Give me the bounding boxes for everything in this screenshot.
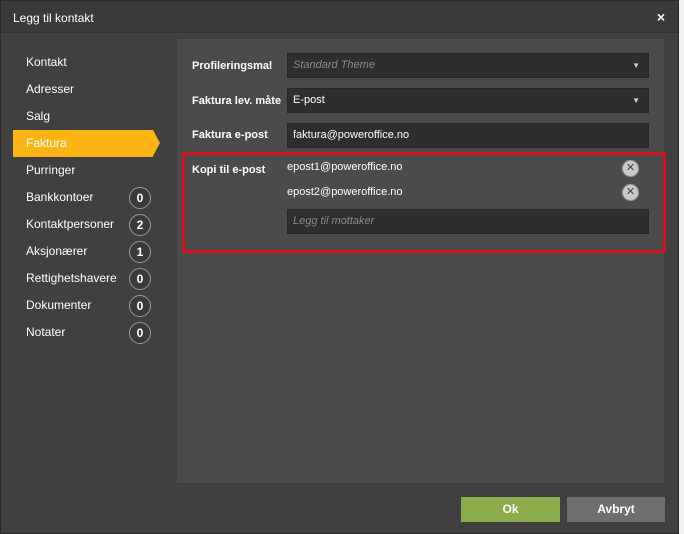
sidebar-item-adresser[interactable]: Adresser <box>13 76 163 103</box>
count-badge: 0 <box>129 322 151 344</box>
delivery-method-select[interactable]: E-post ▼ <box>287 88 649 113</box>
sidebar-item-label: Rettighetshavere <box>26 271 117 285</box>
sidebar-item-faktura[interactable]: Faktura <box>13 130 160 157</box>
close-icon[interactable]: × <box>654 10 668 24</box>
sidebar-item-rettighetshavere[interactable]: Rettighetshavere 0 <box>13 265 163 292</box>
cc-email-label: Kopi til e-post <box>192 164 266 176</box>
sidebar-item-label: Aksjonærer <box>26 244 88 258</box>
sidebar-item-label: Dokumenter <box>26 298 92 312</box>
sidebar-item-label: Faktura <box>26 136 67 150</box>
add-recipient-input[interactable]: Legg til mottaker <box>287 209 649 234</box>
profile-placeholder: Standard Theme <box>293 59 375 71</box>
sidebar-item-label: Bankkontoer <box>26 190 94 204</box>
remove-icon[interactable]: ✕ <box>622 160 639 177</box>
dialog-title: Legg til kontakt <box>13 11 94 25</box>
count-badge: 1 <box>129 241 151 263</box>
count-badge: 2 <box>129 214 151 236</box>
ok-button[interactable]: Ok <box>461 497 560 522</box>
invoice-email-value: faktura@poweroffice.no <box>293 129 410 141</box>
delivery-method-value: E-post <box>293 94 325 106</box>
invoice-email-label: Faktura e-post <box>192 129 268 141</box>
profile-label: Profileringsmal <box>192 60 273 72</box>
profile-select[interactable]: Standard Theme ▼ <box>287 53 649 78</box>
sidebar-item-label: Salg <box>26 109 51 123</box>
cc-email-item: epost1@poweroffice.no <box>287 161 403 173</box>
sidebar-item-purringer[interactable]: Purringer <box>13 157 163 184</box>
count-badge: 0 <box>129 295 151 317</box>
delivery-method-label: Faktura lev. måte <box>192 95 282 107</box>
sidebar-item-kontakt[interactable]: Kontakt <box>13 49 163 76</box>
sidebar-item-label: Kontakt <box>26 55 67 69</box>
invoice-settings-panel: Profileringsmal Standard Theme ▼ Faktura… <box>177 39 664 483</box>
count-badge: 0 <box>129 187 151 209</box>
chevron-down-icon: ▼ <box>632 96 640 105</box>
background-edge <box>679 0 684 534</box>
sidebar-item-label: Adresser <box>26 82 75 96</box>
cc-email-item: epost2@poweroffice.no <box>287 186 403 198</box>
sidebar-item-salg[interactable]: Salg <box>13 103 163 130</box>
sidebar-item-kontaktpersoner[interactable]: Kontaktpersoner 2 <box>13 211 163 238</box>
sidebar-nav: Kontakt Adresser Salg Faktura Purringer … <box>13 49 163 346</box>
chevron-down-icon: ▼ <box>632 61 640 70</box>
invoice-email-field[interactable]: faktura@poweroffice.no <box>287 123 649 148</box>
sidebar-item-bankkontoer[interactable]: Bankkontoer 0 <box>13 184 163 211</box>
remove-icon[interactable]: ✕ <box>622 184 639 201</box>
sidebar-item-notater[interactable]: Notater 0 <box>13 319 163 346</box>
sidebar-item-label: Kontaktpersoner <box>26 217 115 231</box>
sidebar-item-aksjonaerer[interactable]: Aksjonærer 1 <box>13 238 163 265</box>
dialog-titlebar: Legg til kontakt × <box>1 1 678 33</box>
sidebar-item-dokumenter[interactable]: Dokumenter 0 <box>13 292 163 319</box>
sidebar-item-label: Purringer <box>26 163 76 177</box>
sidebar-item-label: Notater <box>26 325 66 339</box>
add-recipient-placeholder: Legg til mottaker <box>293 215 375 227</box>
add-contact-dialog: Legg til kontakt × Kontakt Adresser Salg… <box>0 0 679 534</box>
cancel-button[interactable]: Avbryt <box>567 497 665 522</box>
count-badge: 0 <box>129 268 151 290</box>
